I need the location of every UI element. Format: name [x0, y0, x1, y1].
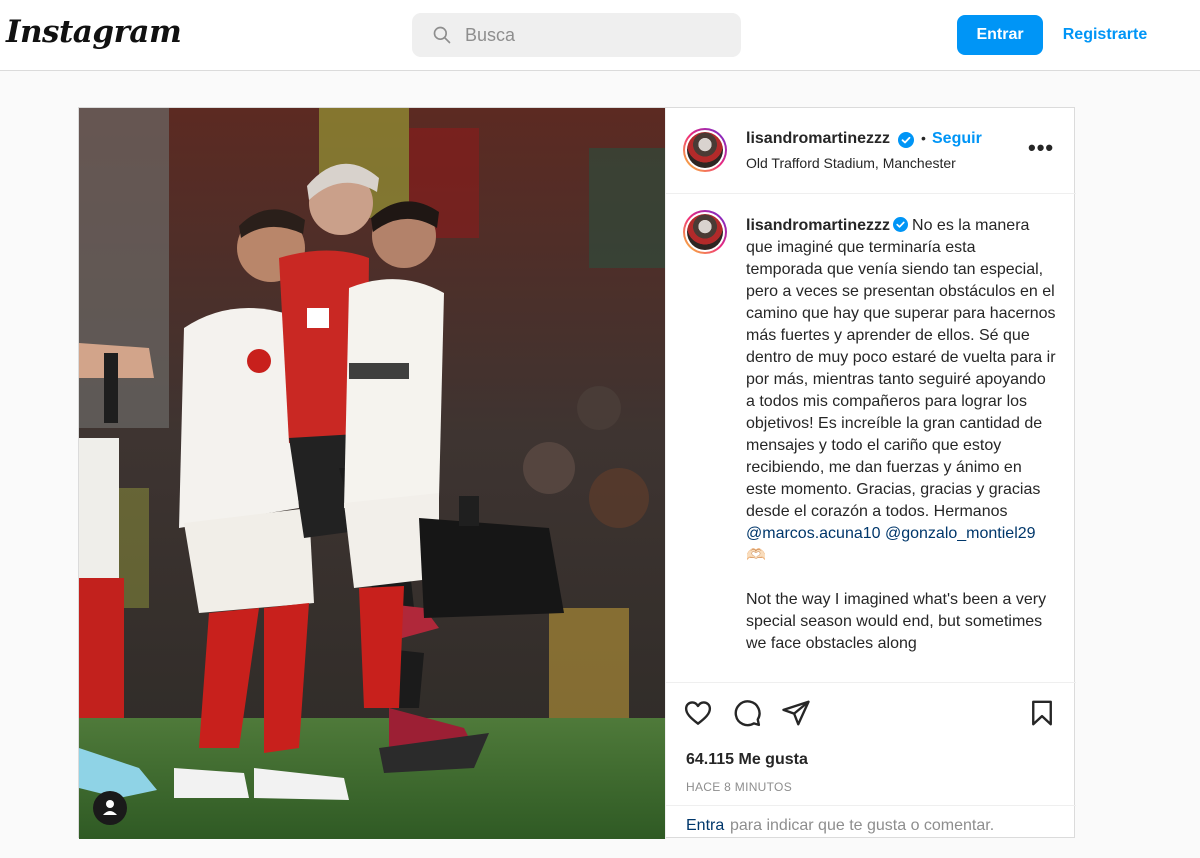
- bookmark-icon: [1032, 700, 1052, 726]
- user-tag-icon: [103, 800, 117, 815]
- post-actions: 64.115 Me gusta HACE 8 MINUTOS Entra par…: [666, 682, 1076, 834]
- user-tag-button[interactable]: [93, 791, 127, 825]
- search-input[interactable]: [465, 13, 725, 57]
- caption-username[interactable]: lisandromartinezzz: [746, 217, 890, 234]
- search-box[interactable]: [412, 13, 741, 57]
- verified-badge-icon: [898, 132, 914, 148]
- author-avatar[interactable]: [683, 128, 727, 172]
- login-prompt-text: para indicar que te gusta o comentar.: [730, 817, 995, 834]
- caption-author-avatar[interactable]: [683, 210, 727, 254]
- post-photo-illustration: [79, 108, 665, 839]
- post-header: lisandromartinezzz • Seguir Old Trafford…: [666, 108, 1076, 194]
- signup-button[interactable]: Registrarte: [1057, 15, 1153, 55]
- heart-hands-emoji: 🫶🏻: [746, 547, 766, 564]
- post-caption: lisandromartinezzz No es la manera que im…: [746, 215, 1056, 655]
- more-options-button[interactable]: •••: [1028, 137, 1053, 159]
- instagram-logo[interactable]: Instagram: [6, 14, 182, 50]
- follow-button[interactable]: Seguir: [932, 130, 982, 148]
- share-icon: [782, 700, 810, 726]
- post-timestamp[interactable]: HACE 8 MINUTOS: [686, 780, 792, 794]
- post-card: lisandromartinezzz • Seguir Old Trafford…: [78, 107, 1076, 839]
- caption-text-english: Not the way I imagined what's been a ver…: [746, 591, 1047, 652]
- mention-link[interactable]: @marcos.acuna10: [746, 525, 881, 542]
- post-photo[interactable]: [79, 108, 665, 839]
- comment-icon: [734, 700, 761, 727]
- separator-dot: •: [921, 130, 926, 146]
- verified-badge-icon: [893, 217, 909, 232]
- save-button[interactable]: [1027, 698, 1057, 728]
- search-icon: [433, 26, 451, 44]
- heart-icon: [684, 701, 712, 725]
- share-button[interactable]: [781, 698, 811, 728]
- like-count[interactable]: 64.115 Me gusta: [686, 751, 808, 769]
- login-link[interactable]: Entra: [686, 817, 724, 835]
- caption-text-spanish: No es la manera que imaginé que terminar…: [746, 217, 1056, 520]
- top-navigation-bar: Instagram Entrar Registrarte: [0, 0, 1200, 71]
- login-prompt: Entra para indicar que te gusta o coment…: [666, 805, 1076, 841]
- caption-scroll-area[interactable]: lisandromartinezzz No es la manera que im…: [666, 195, 1076, 679]
- mention-link[interactable]: @gonzalo_montiel29: [885, 525, 1036, 542]
- comment-button[interactable]: [732, 698, 762, 728]
- post-sidebar: lisandromartinezzz • Seguir Old Trafford…: [665, 108, 1076, 839]
- author-username[interactable]: lisandromartinezzz: [746, 130, 890, 148]
- like-button[interactable]: [683, 698, 713, 728]
- login-button[interactable]: Entrar: [957, 15, 1043, 55]
- post-location[interactable]: Old Trafford Stadium, Manchester: [746, 155, 956, 171]
